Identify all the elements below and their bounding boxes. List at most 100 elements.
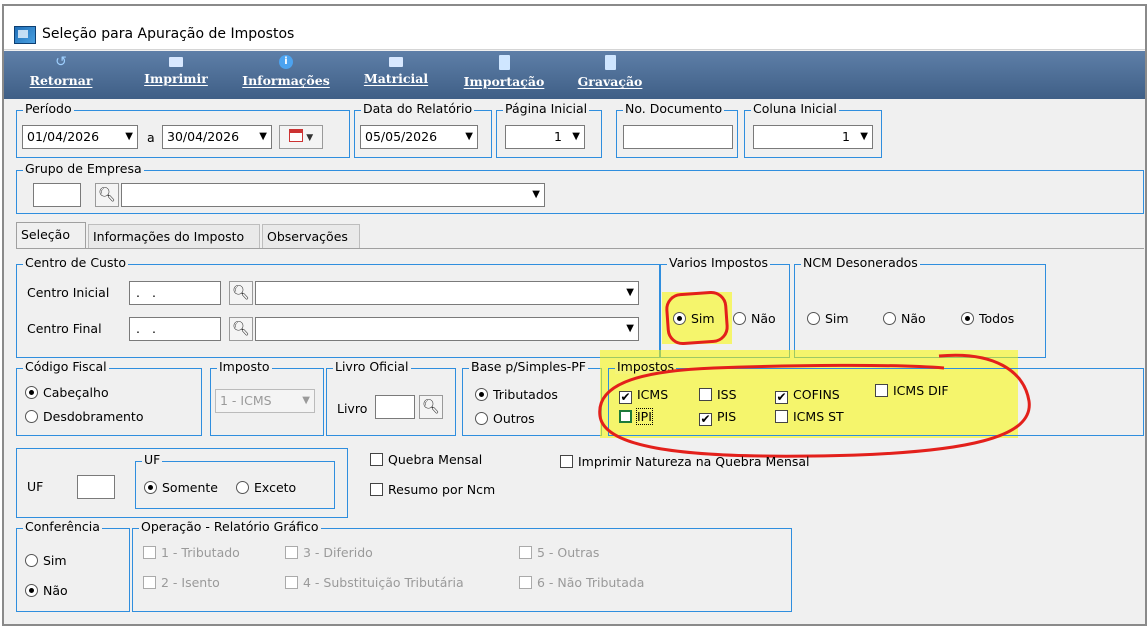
data-relatorio-date[interactable]: 05/05/2026 bbox=[360, 125, 478, 149]
livro-oficial-group: Livro Oficial Livro 🔍︎ bbox=[326, 360, 456, 436]
conferencia-label: Conferência bbox=[23, 519, 102, 534]
uf-input[interactable] bbox=[77, 475, 115, 499]
operacao-group: Operação - Relatório Gráfico 1 - Tributa… bbox=[132, 520, 792, 612]
gravacao-button[interactable]: Gravação bbox=[566, 53, 654, 97]
search-icon: 🔍︎ bbox=[232, 285, 250, 301]
chevron-down-icon bbox=[259, 126, 267, 148]
cabecalho-radio[interactable]: Cabeçalho bbox=[25, 385, 109, 401]
imposto-label: Imposto bbox=[217, 359, 272, 374]
periodo-start-date[interactable]: 01/04/2026 bbox=[22, 125, 138, 149]
tributados-radio[interactable]: Tributados bbox=[475, 387, 558, 403]
chevron-down-icon bbox=[302, 390, 310, 412]
imprimir-button[interactable]: Imprimir bbox=[138, 53, 214, 97]
livro-input[interactable] bbox=[375, 395, 415, 419]
coluna-inicial-value: 1 bbox=[842, 129, 850, 144]
informacoes-button[interactable]: i Informações bbox=[232, 53, 340, 97]
conferencia-nao-radio[interactable]: Não bbox=[25, 583, 68, 599]
op-nao-tributada-checkbox[interactable]: 6 - Não Tributada bbox=[519, 575, 644, 591]
calendar-button[interactable]: ▼ bbox=[279, 125, 323, 149]
somente-label: Somente bbox=[162, 480, 218, 495]
gravacao-label: Gravação bbox=[577, 74, 643, 89]
radio-indicator bbox=[961, 312, 974, 325]
base-simples-label: Base p/Simples-PF bbox=[469, 359, 588, 374]
uf-group: UF UF Somente Exceto bbox=[16, 448, 348, 518]
ncm-todos-radio[interactable]: Todos bbox=[961, 311, 1014, 327]
imposto-value: 1 - ICMS bbox=[220, 393, 272, 408]
livro-oficial-label: Livro Oficial bbox=[333, 359, 411, 374]
tab-observacoes[interactable]: Observações bbox=[262, 224, 360, 248]
op-outras-checkbox[interactable]: 5 - Outras bbox=[519, 545, 599, 561]
pagina-inicial-group: Página Inicial 1 bbox=[496, 102, 602, 158]
tab-informacoes-imposto[interactable]: Informações do Imposto bbox=[88, 224, 260, 248]
ncm-sim-label: Sim bbox=[825, 311, 849, 326]
resumo-ncm-label: Resumo por Ncm bbox=[388, 482, 496, 497]
periodo-end-date[interactable]: 30/04/2026 bbox=[162, 125, 272, 149]
op-substituicao-checkbox[interactable]: 4 - Substituição Tributária bbox=[285, 575, 464, 591]
ncm-desonerados-group: NCM Desonerados Sim Não Todos bbox=[794, 256, 1046, 358]
checkbox-indicator bbox=[370, 453, 383, 466]
coluna-inicial-select[interactable]: 1 bbox=[753, 125, 873, 149]
ncm-sim-radio[interactable]: Sim bbox=[807, 311, 849, 327]
op-diferido-checkbox[interactable]: 3 - Diferido bbox=[285, 545, 373, 561]
op-substituicao-label: 4 - Substituição Tributária bbox=[303, 575, 464, 590]
base-simples-group: Base p/Simples-PF Tributados Outros bbox=[462, 360, 602, 436]
import-document-icon bbox=[498, 55, 510, 70]
outros-radio[interactable]: Outros bbox=[475, 411, 535, 427]
exceto-radio[interactable]: Exceto bbox=[236, 480, 296, 496]
title-bar: Seleção para Apuração de Impostos bbox=[4, 6, 1145, 50]
centro-final-input[interactable]: . . bbox=[129, 317, 221, 341]
printer-icon bbox=[169, 57, 183, 67]
desdobramento-radio[interactable]: Desdobramento bbox=[25, 409, 143, 425]
periodo-group: Período 01/04/2026 a 30/04/2026 ▼ bbox=[16, 102, 350, 158]
op-tributado-checkbox[interactable]: 1 - Tributado bbox=[143, 545, 240, 561]
grupo-empresa-search-button[interactable]: 🔍︎ bbox=[95, 183, 119, 207]
retornar-label: Retornar bbox=[29, 73, 93, 88]
tab-selecao[interactable]: Seleção bbox=[16, 222, 86, 248]
checkbox-indicator bbox=[519, 576, 532, 589]
codigo-fiscal-label: Código Fiscal bbox=[23, 359, 109, 374]
centro-inicial-input[interactable]: . . bbox=[129, 281, 221, 305]
retornar-button[interactable]: ↺ Retornar bbox=[20, 53, 102, 97]
op-isento-label: 2 - Isento bbox=[161, 575, 220, 590]
imposto-group: Imposto 1 - ICMS bbox=[210, 360, 324, 436]
uf-mode-label: UF bbox=[142, 452, 163, 467]
centro-final-search-button[interactable]: 🔍︎ bbox=[229, 317, 253, 341]
pagina-inicial-select[interactable]: 1 bbox=[505, 125, 585, 149]
chevron-down-icon bbox=[465, 126, 473, 148]
annotation-circle-sim bbox=[664, 289, 730, 347]
imprimir-natureza-checkbox[interactable]: Imprimir Natureza na Quebra Mensal bbox=[560, 454, 810, 470]
chevron-down-icon bbox=[860, 126, 868, 148]
op-isento-checkbox[interactable]: 2 - Isento bbox=[143, 575, 220, 591]
grupo-empresa-select[interactable] bbox=[121, 183, 545, 207]
coluna-inicial-group: Coluna Inicial 1 bbox=[744, 102, 882, 158]
livro-field-label: Livro bbox=[337, 401, 368, 416]
somente-radio[interactable]: Somente bbox=[144, 480, 218, 496]
data-relatorio-group: Data do Relatório 05/05/2026 bbox=[354, 102, 492, 158]
radio-indicator bbox=[475, 412, 488, 425]
centro-inicial-select[interactable] bbox=[255, 281, 639, 305]
importacao-button[interactable]: Importação bbox=[454, 53, 554, 97]
livro-search-button[interactable]: 🔍︎ bbox=[419, 395, 443, 419]
op-nao-tributada-label: 6 - Não Tributada bbox=[537, 575, 645, 590]
radio-indicator bbox=[25, 410, 38, 423]
annotation-circle-impostos bbox=[598, 353, 1031, 458]
conferencia-sim-radio[interactable]: Sim bbox=[25, 553, 67, 569]
ncm-nao-label: Não bbox=[901, 311, 926, 326]
dot-matrix-printer-icon bbox=[389, 57, 403, 67]
quebra-mensal-checkbox[interactable]: Quebra Mensal bbox=[370, 452, 482, 468]
importacao-label: Importação bbox=[463, 74, 545, 89]
varios-impostos-nao-radio[interactable]: Não bbox=[733, 311, 776, 327]
tributados-label: Tributados bbox=[493, 387, 558, 402]
centro-inicial-search-button[interactable]: 🔍︎ bbox=[229, 281, 253, 305]
periodo-end-value: 30/04/2026 bbox=[167, 129, 240, 144]
radio-indicator bbox=[25, 554, 38, 567]
centro-final-select[interactable] bbox=[255, 317, 639, 341]
no-documento-input[interactable] bbox=[623, 125, 733, 149]
imposto-select[interactable]: 1 - ICMS bbox=[215, 389, 315, 413]
centro-final-label: Centro Final bbox=[27, 321, 102, 336]
matricial-button[interactable]: Matricial bbox=[358, 53, 434, 97]
varios-impostos-label: Varios Impostos bbox=[667, 255, 771, 270]
grupo-empresa-code-input[interactable] bbox=[33, 183, 81, 207]
resumo-ncm-checkbox[interactable]: Resumo por Ncm bbox=[370, 482, 495, 498]
ncm-nao-radio[interactable]: Não bbox=[883, 311, 926, 327]
